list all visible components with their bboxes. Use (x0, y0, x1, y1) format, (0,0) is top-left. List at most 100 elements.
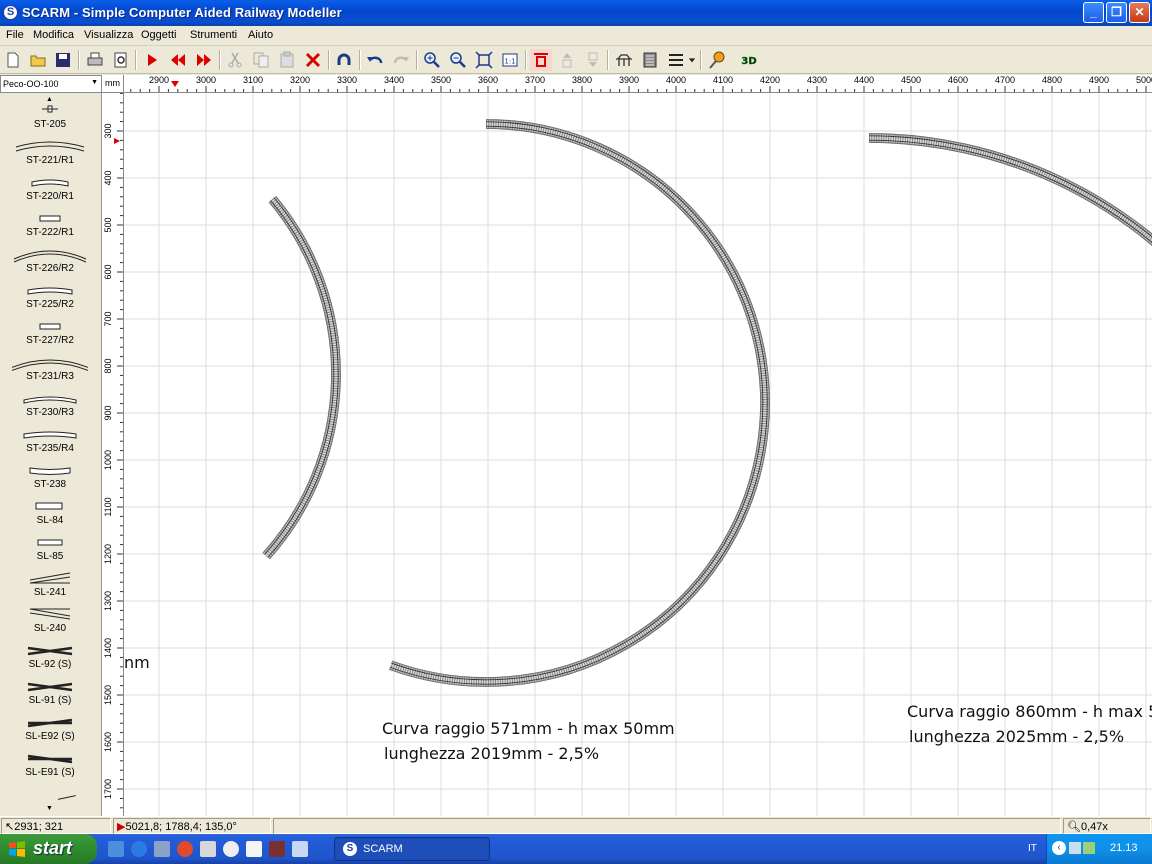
library-part[interactable]: ST-205 (0, 103, 100, 130)
print-preview-icon[interactable] (110, 49, 132, 71)
film-icon[interactable] (269, 841, 285, 857)
library-part[interactable]: SL-240 (0, 607, 100, 634)
wireless-icon[interactable] (1083, 842, 1095, 854)
track-arc-middle[interactable] (388, 119, 770, 687)
title-bar[interactable]: S SCARM - Simple Computer Aided Railway … (0, 0, 1152, 26)
library-part[interactable]: ST-230/R3 (0, 391, 100, 418)
play-icon[interactable] (141, 49, 163, 71)
zoom-out-icon[interactable] (447, 49, 469, 71)
paste-icon[interactable] (276, 49, 298, 71)
system-tray: ‹ 21.13 (1046, 834, 1152, 864)
tunnel-icon[interactable] (639, 49, 661, 71)
menu-strumenti[interactable]: Strumenti (190, 29, 237, 41)
height-up-icon[interactable] (556, 49, 578, 71)
disc-icon[interactable] (223, 841, 239, 857)
scarm-window: S SCARM - Simple Computer Aided Railway … (0, 0, 1152, 864)
annotation-middle-length[interactable]: lunghezza 2019mm - 2,5% (384, 744, 599, 763)
delete-icon[interactable] (302, 49, 324, 71)
taskbar-scarm-button[interactable]: S SCARM (334, 837, 490, 861)
forward-icon[interactable] (193, 49, 215, 71)
library-part-label: ST-231/R3 (26, 371, 74, 382)
scroll-up-icon[interactable]: ▲ (46, 96, 53, 103)
library-part[interactable]: ST-235/R4 (0, 427, 100, 454)
menu-file[interactable]: File (6, 29, 24, 41)
quicklaunch-settings-icon[interactable] (108, 841, 124, 857)
clock[interactable]: 21.13 (1110, 842, 1138, 854)
bridge-icon[interactable] (613, 49, 635, 71)
document-icon[interactable] (246, 841, 262, 857)
library-part[interactable]: ST-227/R2 (0, 319, 100, 346)
library-selector[interactable]: Peco-OO-100 ▼ (0, 75, 102, 93)
library-part-partial[interactable] (57, 795, 77, 801)
copy-icon[interactable] (250, 49, 272, 71)
library-part-label: ST-222/R1 (26, 227, 74, 238)
notepad-icon[interactable] (292, 841, 308, 857)
menu-visualizza[interactable]: Visualizza (84, 29, 133, 41)
vertical-ruler: 300 400 500 600 700 800 900 1000 1100 1200 1300 140… (102, 93, 124, 816)
firefox-icon[interactable] (177, 841, 193, 857)
redo-icon[interactable] (390, 49, 412, 71)
zoom-fit-icon[interactable] (473, 49, 495, 71)
ruler-x-label: 2900 (149, 75, 169, 85)
chevron-down-icon[interactable]: ▼ (91, 79, 98, 86)
track-arc-left[interactable] (262, 196, 341, 560)
measure-icon[interactable] (706, 49, 728, 71)
tray-expand-icon[interactable]: ‹ (1052, 841, 1066, 855)
library-part[interactable]: ST-238 (0, 463, 100, 490)
minimize-button[interactable]: _ (1083, 2, 1104, 23)
library-part[interactable]: SL-91 (S) (0, 679, 100, 706)
library-part-label: SL-92 (S) (28, 659, 72, 670)
library-part[interactable]: ST-225/R2 (0, 283, 100, 310)
chevron-down-icon[interactable] (686, 49, 698, 71)
zoom-1to1-icon[interactable]: 1:1 (499, 49, 521, 71)
cut-icon[interactable] (224, 49, 246, 71)
close-button[interactable]: ✕ (1129, 2, 1150, 23)
zoom-in-icon[interactable] (421, 49, 443, 71)
scroll-down-icon[interactable]: ▼ (46, 805, 53, 812)
library-part[interactable]: SL-85 (0, 535, 100, 562)
annotation-fragment[interactable]: nm (124, 653, 150, 672)
ruler-x-label: 3600 (478, 75, 498, 85)
menu-modifica[interactable]: Modifica (33, 29, 74, 41)
zoom-1to1-label: 1:1 (504, 58, 515, 66)
toolbar: 1:1 3D (0, 46, 1152, 74)
library-part[interactable]: ST-226/R2 (0, 247, 100, 274)
flex-track-icon[interactable] (530, 49, 552, 71)
library-part[interactable]: SL-E92 (S) (0, 715, 100, 742)
track-piece-icon (39, 215, 61, 222)
library-part[interactable]: ST-231/R3 (0, 355, 100, 382)
save-icon[interactable] (52, 49, 74, 71)
rewind-icon[interactable] (167, 49, 189, 71)
start-button[interactable]: start (0, 834, 97, 864)
print-icon[interactable] (84, 49, 106, 71)
annotation-middle-radius[interactable]: Curva raggio 571mm - h max 50mm (382, 719, 675, 738)
language-indicator[interactable]: IT (1028, 843, 1037, 854)
annotation-right-length[interactable]: lunghezza 2025mm - 2,5% (909, 727, 1124, 746)
library-part[interactable]: ST-220/R1 (0, 175, 100, 202)
menu-aiuto[interactable]: Aiuto (248, 29, 273, 41)
library-part[interactable]: ST-222/R1 (0, 211, 100, 238)
open-icon[interactable] (27, 49, 49, 71)
rotate-icon[interactable] (333, 49, 355, 71)
library-part[interactable]: SL-241 (0, 571, 100, 598)
layout-canvas[interactable]: nm Curva raggio 571mm - h max 50mm lungh… (124, 93, 1152, 816)
library-part[interactable]: SL-E91 (S) (0, 751, 100, 778)
track-piece-icon (23, 431, 77, 439)
restore-button[interactable]: ❐ (1106, 2, 1127, 23)
media-player-icon[interactable] (154, 841, 170, 857)
menu-oggetti[interactable]: Oggetti (141, 29, 176, 41)
height-down-icon[interactable] (582, 49, 604, 71)
layers-icon[interactable] (665, 49, 687, 71)
camera-icon[interactable] (200, 841, 216, 857)
library-part[interactable]: ST-221/R1 (0, 139, 100, 166)
library-part[interactable]: SL-92 (S) (0, 643, 100, 670)
library-part[interactable]: SL-84 (0, 499, 100, 526)
internet-explorer-icon[interactable] (131, 841, 147, 857)
library-part-label: SL-240 (33, 623, 67, 634)
view-3d-icon[interactable]: 3D (738, 49, 760, 71)
app-icon[interactable]: S (3, 5, 18, 20)
annotation-right-radius[interactable]: Curva raggio 860mm - h max 5 (907, 702, 1152, 721)
undo-icon[interactable] (364, 49, 386, 71)
new-icon[interactable] (2, 49, 24, 71)
network-icon[interactable] (1069, 842, 1081, 854)
